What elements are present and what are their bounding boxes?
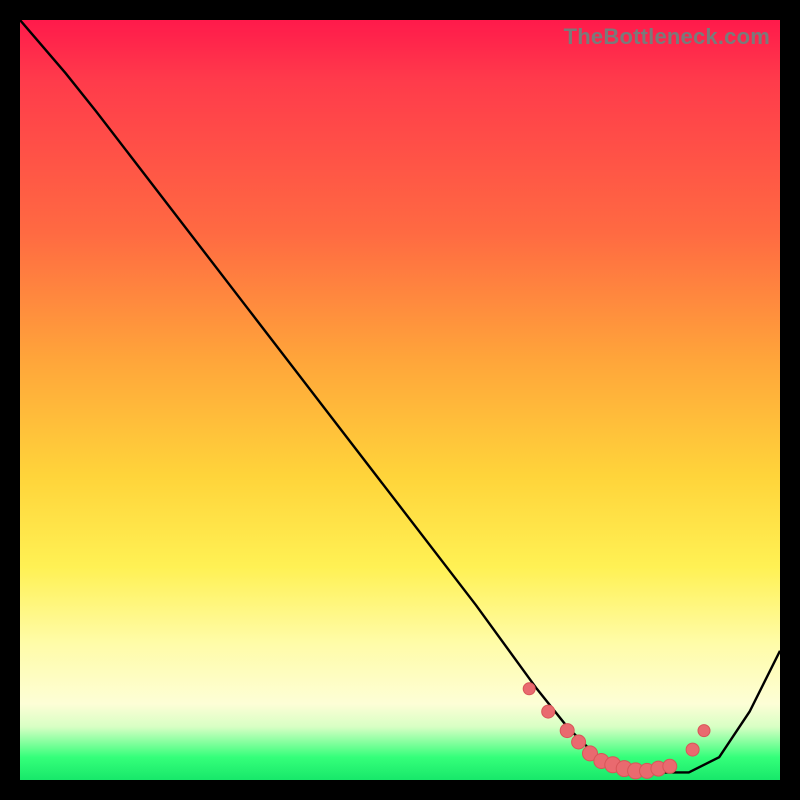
valley-marker [572, 735, 586, 749]
chart-frame: TheBottleneck.com [0, 0, 800, 800]
valley-marker [523, 683, 535, 695]
plot-area: TheBottleneck.com [20, 20, 780, 780]
valley-marker [560, 724, 574, 738]
valley-markers [523, 683, 710, 779]
curve-line [20, 20, 780, 772]
valley-marker [663, 759, 677, 773]
valley-marker [542, 705, 555, 718]
bottleneck-curve [20, 20, 780, 780]
valley-marker [686, 743, 699, 756]
valley-marker [698, 725, 710, 737]
